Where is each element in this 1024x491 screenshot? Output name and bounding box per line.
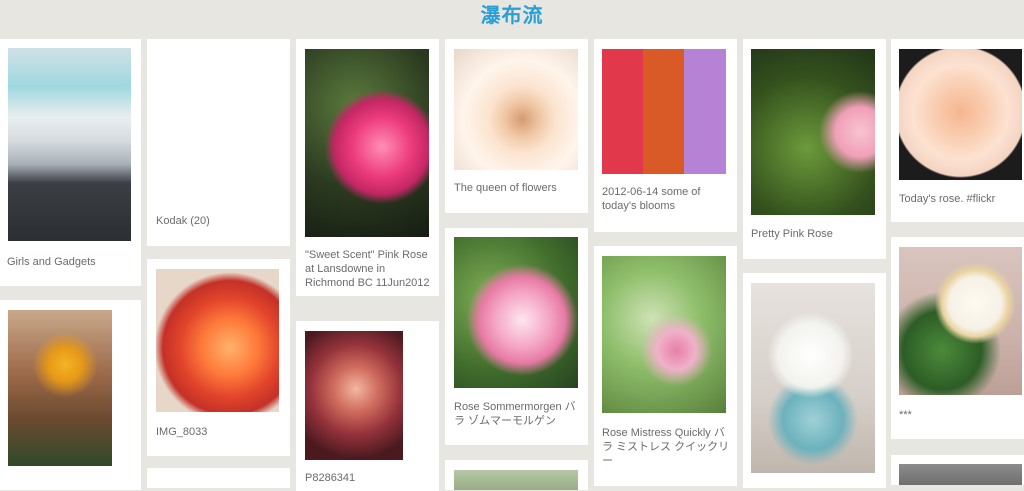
pin-card-queen-of-flowers[interactable]: The queen of flowers	[445, 39, 588, 213]
rose-cupcake-photo-icon[interactable]	[751, 283, 875, 473]
pin-card-sweet-scent[interactable]: "Sweet Scent" Pink Rose at Lansdowne in …	[296, 39, 439, 296]
card-caption: IMG_8033	[156, 426, 208, 438]
card-caption: 2012-06-14 some of today's blooms	[602, 186, 701, 212]
card-caption: The queen of flowers	[454, 182, 557, 194]
peach-rose-framed-photo-icon[interactable]	[899, 49, 1022, 180]
pin-card-next[interactable]	[147, 468, 290, 488]
pin-card-img8033[interactable]: IMG_8033	[147, 259, 290, 456]
card-caption: "Sweet Scent" Pink Rose at Lansdowne in …	[305, 249, 430, 289]
pink-cluster-rose-photo-icon[interactable]	[602, 256, 726, 413]
laptop-phone-photo-icon[interactable]	[8, 48, 131, 241]
pin-card-mistress-quickly[interactable]: Rose Mistress Quickly バラ ミストレス クイックリー	[594, 246, 737, 486]
photo-thumbnail-icon[interactable]	[454, 470, 578, 490]
card-caption: Rose Sommermorgen バラ ゾムマーモルゲン	[454, 401, 576, 427]
festival-costume-photo-icon[interactable]	[8, 310, 112, 466]
pin-card-white-rose[interactable]: ***	[891, 237, 1024, 439]
photo-thumbnail-icon[interactable]	[899, 464, 1022, 485]
orange-rose-photo-icon[interactable]	[156, 269, 279, 412]
white-rose-photo-icon[interactable]	[899, 247, 1022, 395]
pin-card-festival[interactable]	[0, 300, 141, 490]
flower-collage-photo-icon[interactable]	[602, 49, 726, 174]
dark-red-rose-photo-icon[interactable]	[305, 331, 403, 460]
pin-card-p8286341[interactable]: P8286341	[296, 321, 439, 491]
card-caption: Rose Mistress Quickly バラ ミストレス クイックリー	[602, 427, 730, 467]
peach-rose-photo-icon[interactable]	[454, 49, 578, 170]
pin-card-girls-and-gadgets[interactable]: Girls and Gadgets	[0, 39, 141, 286]
pin-card-sommermorgen[interactable]: Rose Sommermorgen バラ ゾムマーモルゲン	[445, 228, 588, 445]
card-caption: Girls and Gadgets	[7, 256, 96, 268]
pin-card-todays-blooms[interactable]: 2012-06-14 some of today's blooms	[594, 39, 737, 232]
card-caption: P8286341	[305, 472, 356, 484]
pin-card-kodak[interactable]: Kodak (20)	[147, 39, 290, 246]
pink-rose-leaves-photo-icon[interactable]	[751, 49, 875, 215]
card-caption: Kodak (20)	[156, 215, 210, 227]
pin-card-next-3[interactable]	[891, 455, 1024, 485]
pin-card-cupcake[interactable]	[743, 273, 886, 488]
pin-card-pretty-pink-rose[interactable]: Pretty Pink Rose	[743, 39, 886, 259]
card-caption: ***	[899, 409, 912, 421]
page-title: 瀑布流	[480, 3, 544, 27]
wild-pink-rose-photo-icon[interactable]	[454, 237, 578, 388]
pin-card-next-2[interactable]	[445, 460, 588, 490]
card-caption: Pretty Pink Rose	[751, 228, 833, 240]
pink-rose-photo-icon[interactable]	[305, 49, 429, 237]
pin-card-todays-rose[interactable]: Today's rose. #flickr	[891, 39, 1024, 222]
card-caption: Today's rose. #flickr	[899, 193, 996, 205]
